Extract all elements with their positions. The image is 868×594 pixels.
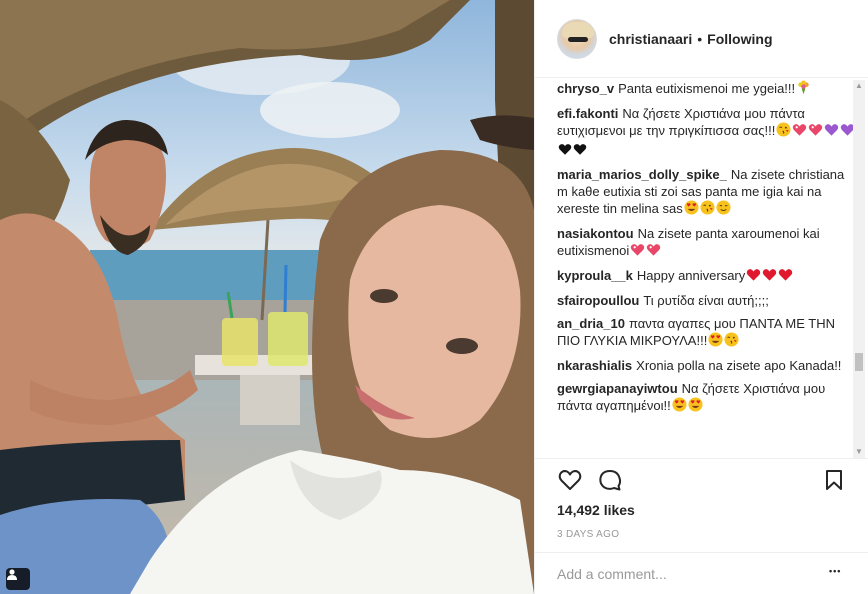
post-header: christianaari • Following [535,0,868,78]
separator-dot: • [697,30,703,47]
sparkling-heart-icon [808,123,823,141]
heart-eyes-face-icon [688,397,703,416]
purple-heart-icon [824,123,839,141]
bookmark-icon [825,469,843,496]
comment-username[interactable]: maria_marios_dolly_spike_ [557,167,727,182]
comment-item: kyproula__k Happy anniversary [557,267,857,286]
more-options-button[interactable]: ••• [829,565,847,583]
scrollbar-thumb[interactable] [855,353,863,371]
sparkling-heart-icon [646,243,661,261]
comment-button[interactable] [597,469,623,495]
comment-item: an_dria_10 παντα αγαπες μου ΠΑΝΤΑ ΜΕ ΤΗΝ … [557,315,857,351]
comment-username[interactable]: sfairopoullou [557,293,639,308]
comment-text: Xronia polla na zisete apo Kanada!! [636,358,842,373]
post-photo[interactable] [0,0,534,594]
comment-username[interactable]: efi.fakonti [557,106,618,121]
heart-outline-icon [558,469,582,496]
comment-text: Happy anniversary [636,268,746,283]
avatar[interactable] [557,18,597,59]
save-button[interactable] [821,469,847,495]
sparkling-heart-icon [630,243,645,261]
like-button[interactable] [557,469,583,495]
winking-kiss-face-icon [700,200,715,219]
winking-kiss-face-icon [724,332,739,351]
black-heart-icon [573,143,587,160]
comment-username[interactable]: kyproula__k [557,268,633,283]
header-username[interactable]: christianaari [609,31,692,47]
comment-input[interactable] [557,563,807,585]
smiling-face-icon [716,200,731,219]
comment-item: nkarashialis Xronia polla na zisete apo K… [557,357,857,374]
post-timestamp[interactable]: 3 DAYS AGO [557,529,619,540]
heart-eyes-face-icon [684,200,699,219]
comment-item: sfairopoullou Τι ρυτίδα είναι αυτή;;;; [557,292,857,309]
more-dots-icon: ••• [829,566,842,576]
comment-username[interactable]: nasiakontou [557,226,634,241]
red-heart-icon [778,268,793,286]
winking-kiss-face-icon [776,122,791,141]
follow-button[interactable]: Following [707,31,772,47]
comments-list: chryso_v Panta eutixismenoi me ygeia!!! ef… [557,80,857,458]
likes-count[interactable]: 14,492 likes [557,502,635,518]
comment-item: maria_marios_dolly_spike_ Na zisete chris… [557,166,857,219]
add-comment-bar: ••• [535,552,868,594]
post-sidebar: christianaari • Following chryso_v Panta … [534,0,868,594]
comment-item: nasiakontou Na zisete panta xaroumenoi ka… [557,225,857,261]
sparkling-heart-icon [792,123,807,141]
user-tag-button[interactable] [6,568,30,590]
comment-item: efi.fakonti Να ζήσετε Χριστιάνα μου πάντα… [557,105,857,160]
scroll-down-icon[interactable]: ▼ [853,446,865,458]
bouquet-icon [796,80,811,99]
heart-eyes-face-icon [708,332,723,351]
comment-username[interactable]: nkarashialis [557,358,632,373]
comment-username[interactable]: gewrgiapanayiwtou [557,381,678,396]
heart-eyes-face-icon [672,397,687,416]
comment-item: gewrgiapanayiwtou Να ζήσετε Χριστιάνα μου… [557,380,857,416]
scroll-up-icon[interactable]: ▲ [853,80,865,92]
red-heart-icon [746,268,761,286]
comment-text: Τι ρυτίδα είναι αυτή;;;; [643,293,769,308]
speech-bubble-icon [598,468,622,497]
comment-item: chryso_v Panta eutixismenoi me ygeia!!! [557,80,857,99]
photo-illustration [0,0,534,594]
black-heart-icon [558,143,572,160]
comment-username[interactable]: an_dria_10 [557,316,625,331]
comment-text: Panta eutixismenoi me ygeia!!! [618,81,796,96]
comments-scrollbar[interactable]: ▲ ▼ [853,80,865,458]
comment-username[interactable]: chryso_v [557,81,614,96]
red-heart-icon [762,268,777,286]
